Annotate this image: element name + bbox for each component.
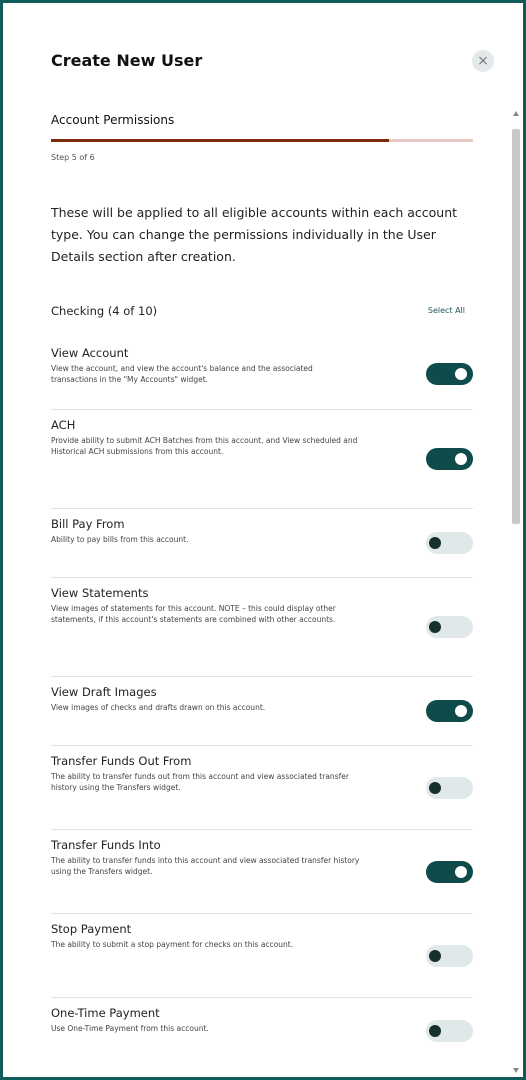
permission-label: Stop Payment <box>51 922 132 936</box>
step-progress-fill <box>51 139 389 142</box>
toggle-knob <box>429 537 441 549</box>
scroll-thumb[interactable] <box>512 129 520 524</box>
permission-list: View Account View the account, and view … <box>51 338 473 1064</box>
permission-row: View Draft Images View images of checks … <box>51 677 473 746</box>
permission-description: View images of checks and drafts drawn o… <box>51 703 266 712</box>
permission-label: View Account <box>51 346 129 360</box>
permission-row: View Account View the account, and view … <box>51 338 473 410</box>
group-header: Checking (4 of 10) Select All <box>51 304 465 320</box>
group-title: Checking (4 of 10) <box>51 304 158 318</box>
permission-toggle[interactable] <box>426 860 473 883</box>
permission-label: Bill Pay From <box>51 517 125 531</box>
permission-description: Use One-Time Payment from this account. <box>51 1024 209 1033</box>
permission-toggle[interactable] <box>426 616 473 638</box>
permission-toggle[interactable] <box>426 700 473 722</box>
permission-row: One-Time Payment Use One-Time Payment fr… <box>51 998 473 1064</box>
permission-toggle[interactable] <box>426 448 473 470</box>
permission-description: The ability to transfer funds into this … <box>51 856 360 876</box>
permission-toggle[interactable] <box>426 362 473 385</box>
toggle-knob <box>429 621 441 633</box>
toggle-knob <box>429 949 441 962</box>
step-indicator: Step 5 of 6 <box>51 153 95 162</box>
permission-label: One-Time Payment <box>51 1006 160 1020</box>
vertical-scrollbar[interactable] <box>511 111 521 1073</box>
step-section-title: Account Permissions <box>51 113 175 127</box>
permission-description: View images of statements for this accou… <box>51 604 336 624</box>
permission-description: View the account, and view the account's… <box>51 364 313 384</box>
permission-row: Transfer Funds Out From The ability to t… <box>51 746 473 830</box>
permission-description: The ability to submit a stop payment for… <box>51 940 294 949</box>
permission-toggle[interactable] <box>426 944 473 967</box>
permission-toggle[interactable] <box>426 776 473 799</box>
permission-description: The ability to transfer funds out from t… <box>51 772 349 792</box>
permission-label: ACH <box>51 418 76 432</box>
permission-row: Transfer Funds Into The ability to trans… <box>51 830 473 914</box>
permission-toggle[interactable] <box>426 1020 473 1042</box>
scroll-down-arrow-icon[interactable] <box>513 1068 519 1073</box>
toggle-knob <box>455 705 467 717</box>
select-all-link[interactable]: Select All <box>428 306 465 315</box>
toggle-knob <box>429 781 441 794</box>
permission-label: View Statements <box>51 586 149 600</box>
permission-description: Provide ability to submit ACH Batches fr… <box>51 436 358 456</box>
toggle-knob <box>429 1025 441 1037</box>
permission-row: Stop Payment The ability to submit a sto… <box>51 914 473 998</box>
permission-label: Transfer Funds Into <box>51 838 161 852</box>
permission-row: View Statements View images of statement… <box>51 578 473 677</box>
scroll-up-arrow-icon[interactable] <box>513 111 519 116</box>
permission-toggle[interactable] <box>426 532 473 554</box>
intro-text: These will be applied to all eligible ac… <box>51 205 458 264</box>
close-icon[interactable]: × <box>472 50 494 72</box>
toggle-knob <box>455 367 467 380</box>
create-user-dialog: Create New User × Account Permissions St… <box>0 0 526 1080</box>
toggle-knob <box>455 453 467 465</box>
permission-label: Transfer Funds Out From <box>51 754 192 768</box>
permission-row: ACH Provide ability to submit ACH Batche… <box>51 410 473 509</box>
step-progress-bar <box>51 139 473 142</box>
permission-row: Bill Pay From Ability to pay bills from … <box>51 509 473 578</box>
permission-description: Ability to pay bills from this account. <box>51 535 189 544</box>
toggle-knob <box>455 865 467 878</box>
permission-label: View Draft Images <box>51 685 157 699</box>
dialog-title: Create New User <box>51 51 203 70</box>
